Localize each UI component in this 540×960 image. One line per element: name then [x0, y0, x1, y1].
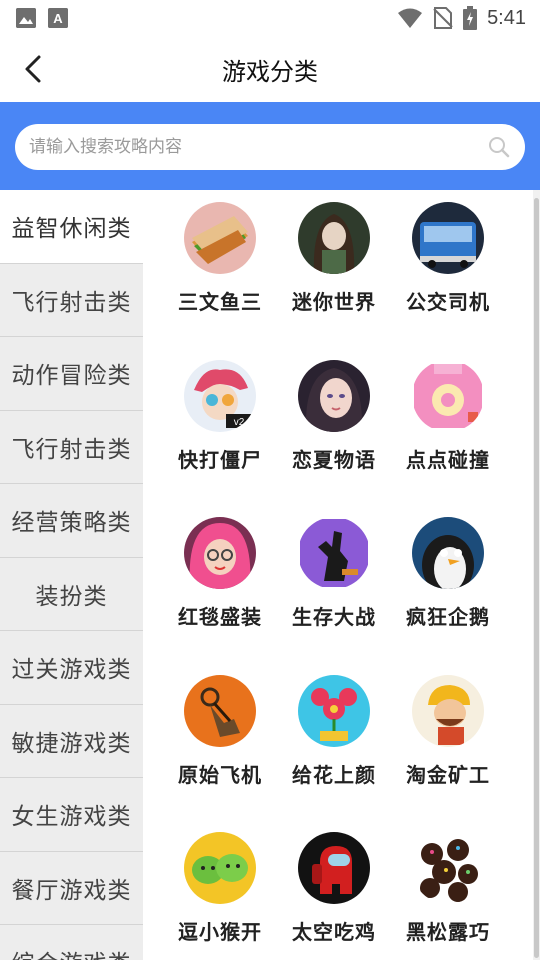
game-item[interactable]: 太空吃鸡	[277, 832, 391, 960]
app-header: 游戏分类	[0, 36, 540, 102]
battery-icon	[463, 6, 478, 30]
game-name: 红毯盛装	[178, 605, 262, 629]
game-name: 公交司机	[406, 290, 490, 314]
sidebar-item-agility[interactable]: 敏捷游戏类	[0, 705, 143, 778]
a-text-icon: A	[48, 8, 68, 28]
game-item[interactable]: 三文鱼三	[163, 202, 277, 352]
penguin-icon	[412, 517, 484, 589]
game-name: 太空吃鸡	[292, 920, 376, 944]
green-monsters-icon	[184, 832, 256, 904]
game-name: 黑松露巧	[406, 920, 490, 944]
game-item[interactable]: 生存大战	[277, 517, 391, 667]
donut-icon	[412, 360, 484, 432]
game-item[interactable]: 黑松露巧	[391, 832, 505, 960]
game-item[interactable]: 淘金矿工	[391, 675, 505, 825]
game-item[interactable]: v2 快打僵尸	[163, 360, 277, 510]
search-input[interactable]	[29, 137, 487, 157]
svg-text:A: A	[53, 11, 63, 26]
game-name: 恋夏物语	[292, 448, 376, 472]
clock: 5:41	[487, 6, 526, 29]
status-bar: A 5:41	[0, 0, 540, 36]
game-item[interactable]: 给花上颜	[277, 675, 391, 825]
cartoon-hero-icon: v2	[184, 360, 256, 432]
scrollbar[interactable]	[533, 190, 540, 960]
game-item[interactable]: 红毯盛装	[163, 517, 277, 667]
game-grid: 三文鱼三 迷你世界 公交司机 v2 快打僵尸 恋夏物语 点点碰撞 红毯盛装 生存…	[143, 190, 533, 960]
game-item[interactable]: 恋夏物语	[277, 360, 391, 510]
sidebar-item-puzzle-casual[interactable]: 益智休闲类	[0, 190, 143, 264]
game-name: 淘金矿工	[406, 763, 490, 787]
status-bar-left: A	[16, 8, 68, 28]
scrollbar-thumb[interactable]	[534, 198, 539, 958]
truffle-candy-icon	[412, 832, 484, 904]
pink-hair-girl-icon	[184, 517, 256, 589]
game-name: 点点碰撞	[406, 448, 490, 472]
anime-girl-icon	[298, 202, 370, 274]
game-item[interactable]: 逗小猴开	[163, 832, 277, 960]
page-title: 游戏分类	[222, 58, 318, 86]
flower-pot-icon	[298, 675, 370, 747]
sidebar-item-dress-up[interactable]: 装扮类	[0, 558, 143, 631]
miner-icon	[412, 675, 484, 747]
game-name: 原始飞机	[178, 763, 262, 787]
wifi-icon	[398, 8, 423, 28]
game-item[interactable]: 点点碰撞	[391, 360, 505, 510]
sandwich-icon	[184, 202, 256, 274]
zombie-silhouette-icon	[298, 517, 370, 589]
game-name: 给花上颜	[292, 763, 376, 787]
game-name: 迷你世界	[292, 290, 376, 314]
game-name: 生存大战	[292, 605, 376, 629]
game-item[interactable]: 原始飞机	[163, 675, 277, 825]
game-item[interactable]: 迷你世界	[277, 202, 391, 352]
status-bar-right: 5:41	[397, 6, 526, 30]
search-icon[interactable]	[487, 135, 511, 159]
search-box[interactable]	[15, 124, 525, 170]
sidebar-item-flight-shooting[interactable]: 飞行射击类	[0, 264, 143, 337]
sidebar-item-action-adventure[interactable]: 动作冒险类	[0, 337, 143, 411]
sidebar-item-restaurant[interactable]: 餐厅游戏类	[0, 852, 143, 925]
no-sim-icon	[433, 7, 453, 29]
game-item[interactable]: 疯狂企鹅	[391, 517, 505, 667]
sidebar-item-girls[interactable]: 女生游戏类	[0, 778, 143, 852]
svg-text:v2: v2	[234, 417, 245, 428]
image-icon	[16, 8, 36, 28]
game-name: 逗小猴开	[178, 920, 262, 944]
game-name: 疯狂企鹅	[406, 605, 490, 629]
game-item[interactable]: 公交司机	[391, 202, 505, 352]
search-band	[0, 102, 540, 190]
bus-icon	[412, 202, 484, 274]
primitive-plane-icon	[184, 675, 256, 747]
category-sidebar: 益智休闲类 飞行射击类 动作冒险类 飞行射击类 经营策略类 装扮类 过关游戏类 …	[0, 190, 143, 960]
sidebar-item-strategy[interactable]: 经营策略类	[0, 484, 143, 558]
red-crewmate-icon	[298, 832, 370, 904]
sidebar-item-level[interactable]: 过关游戏类	[0, 631, 143, 705]
sidebar-item-flight-shooting-2[interactable]: 飞行射击类	[0, 411, 143, 484]
sidebar-item-general[interactable]: 综合游戏类	[0, 925, 143, 960]
portrait-girl-icon	[298, 360, 370, 432]
game-name: 三文鱼三	[178, 290, 262, 314]
game-name: 快打僵尸	[178, 448, 262, 472]
